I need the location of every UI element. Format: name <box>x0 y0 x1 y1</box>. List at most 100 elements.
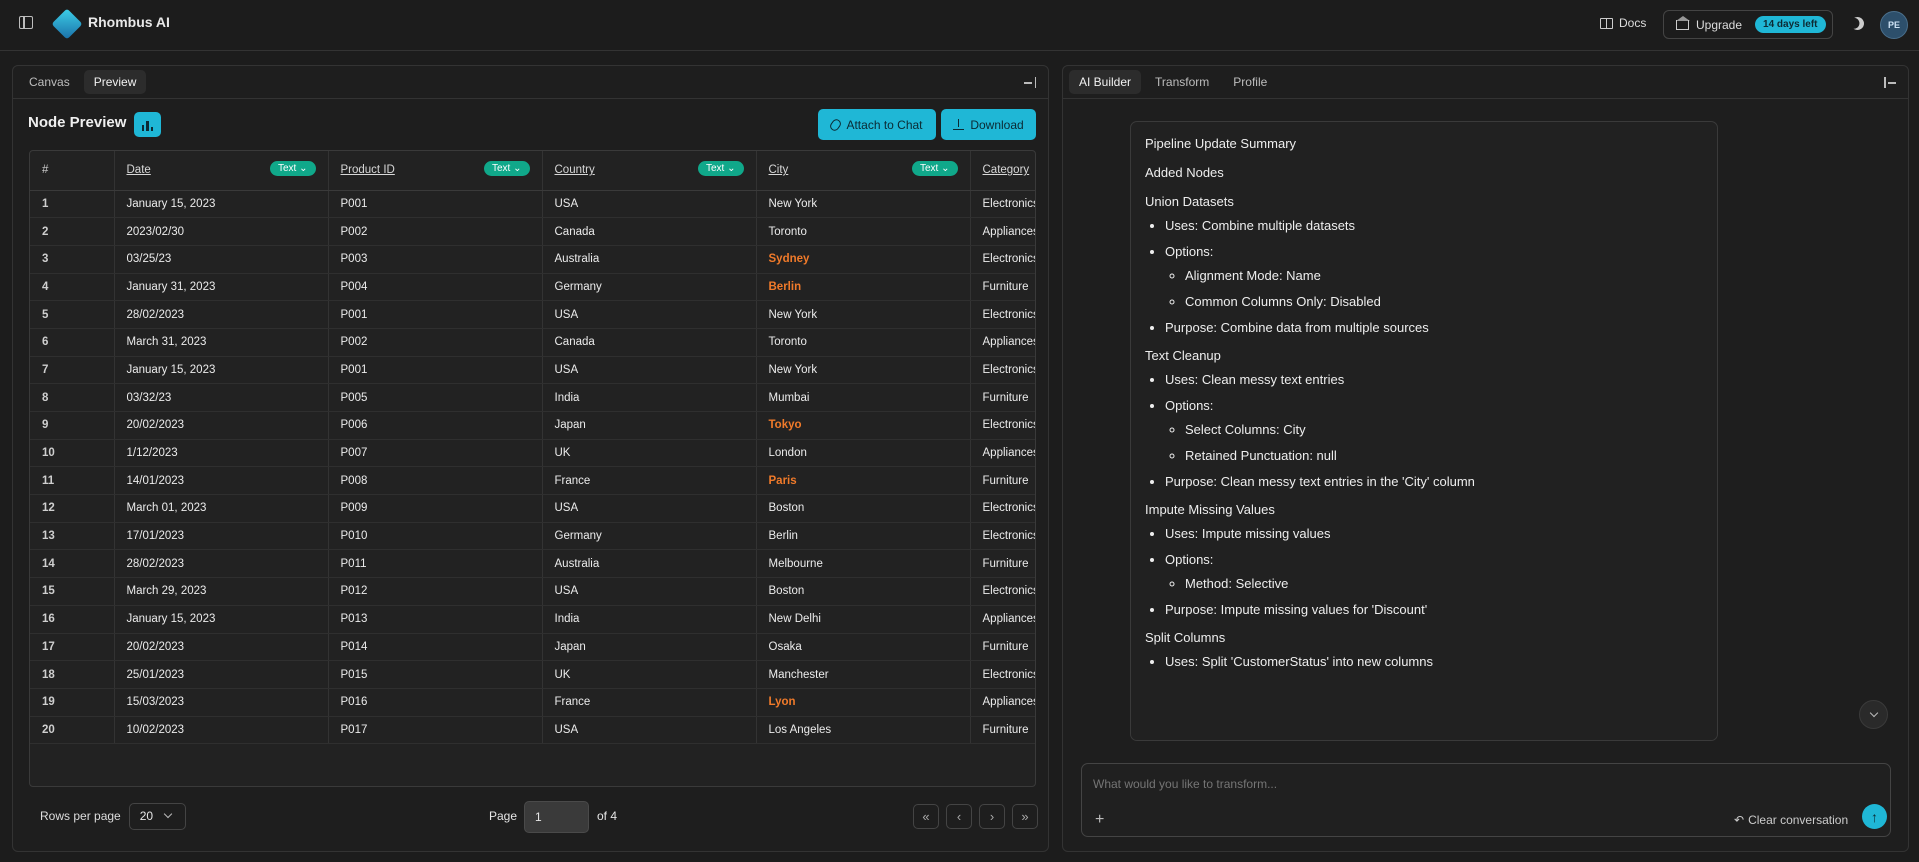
table-cell[interactable]: Sydney <box>755 245 970 274</box>
table-cell[interactable]: P014 <box>327 633 542 662</box>
table-cell[interactable]: January 15, 2023 <box>113 190 328 219</box>
table-cell[interactable]: P012 <box>327 577 542 606</box>
table-cell[interactable]: USA <box>541 716 756 745</box>
table-cell[interactable]: Furniture <box>969 633 1035 662</box>
table-cell[interactable]: Canada <box>541 217 756 246</box>
collapse-panel-icon[interactable] <box>1884 77 1896 88</box>
table-cell[interactable]: Berlin <box>755 522 970 551</box>
table-cell[interactable]: Electronics <box>969 190 1035 219</box>
column-header-product-id[interactable]: Product ID Text ⌄ <box>327 151 542 191</box>
row-index-cell[interactable]: 8 <box>30 383 114 412</box>
table-cell[interactable]: Electronics <box>969 356 1035 385</box>
page-number-input[interactable]: 1 <box>524 801 589 833</box>
row-index-cell[interactable]: 19 <box>30 688 114 717</box>
table-cell[interactable]: P001 <box>327 300 542 329</box>
docs-link[interactable]: Docs <box>1600 16 1646 30</box>
table-cell[interactable]: Appliances <box>969 688 1035 717</box>
table-cell[interactable]: P013 <box>327 605 542 634</box>
row-index-cell[interactable]: 4 <box>30 273 114 302</box>
prev-page-button[interactable]: ‹ <box>946 804 972 829</box>
row-index-cell[interactable]: 7 <box>30 356 114 385</box>
row-index-cell[interactable]: 6 <box>30 328 114 357</box>
table-cell[interactable]: Tokyo <box>755 411 970 440</box>
scroll-to-bottom-button[interactable] <box>1859 700 1888 729</box>
table-cell[interactable]: 28/02/2023 <box>113 549 328 579</box>
next-page-button[interactable]: › <box>979 804 1005 829</box>
table-cell[interactable]: P008 <box>327 466 542 496</box>
column-type-badge[interactable]: Text ⌄ <box>483 161 530 176</box>
table-cell[interactable]: France <box>541 688 756 717</box>
table-cell[interactable]: UK <box>541 660 756 689</box>
table-cell[interactable]: New York <box>755 300 970 329</box>
table-cell[interactable]: Furniture <box>969 549 1035 579</box>
table-cell[interactable]: Boston <box>755 494 970 523</box>
table-cell[interactable]: P009 <box>327 494 542 523</box>
row-index-cell[interactable]: 15 <box>30 577 114 606</box>
table-cell[interactable]: March 01, 2023 <box>113 494 328 523</box>
table-cell[interactable]: Melbourne <box>755 549 970 579</box>
table-cell[interactable]: P001 <box>327 356 542 385</box>
table-cell[interactable]: Toronto <box>755 328 970 357</box>
row-index-cell[interactable]: 12 <box>30 494 114 523</box>
table-cell[interactable]: P003 <box>327 245 542 274</box>
table-cell[interactable]: P002 <box>327 328 542 357</box>
table-cell[interactable]: Electronics <box>969 660 1035 689</box>
table-cell[interactable]: Japan <box>541 633 756 662</box>
table-cell[interactable]: 14/01/2023 <box>113 466 328 496</box>
tab-canvas[interactable]: Canvas <box>19 70 80 94</box>
table-cell[interactable]: Appliances <box>969 605 1035 634</box>
table-cell[interactable]: Appliances <box>969 217 1035 246</box>
chat-input[interactable] <box>1093 777 1873 791</box>
table-cell[interactable]: Furniture <box>969 273 1035 302</box>
table-cell[interactable]: Electronics <box>969 522 1035 551</box>
row-index-cell[interactable]: 20 <box>30 716 114 745</box>
table-cell[interactable]: 03/25/23 <box>113 245 328 274</box>
column-header-category[interactable]: Category <box>969 151 1035 191</box>
table-cell[interactable]: Japan <box>541 411 756 440</box>
table-cell[interactable]: Manchester <box>755 660 970 689</box>
row-index-cell[interactable]: 2 <box>30 217 114 246</box>
tab-profile[interactable]: Profile <box>1223 70 1277 94</box>
row-index-cell[interactable]: 9 <box>30 411 114 440</box>
table-cell[interactable]: P006 <box>327 411 542 440</box>
table-cell[interactable]: P011 <box>327 549 542 579</box>
table-cell[interactable]: Paris <box>755 466 970 496</box>
row-index-cell[interactable]: 11 <box>30 466 114 496</box>
row-index-cell[interactable]: 13 <box>30 522 114 551</box>
table-cell[interactable]: Mumbai <box>755 383 970 412</box>
last-page-button[interactable]: » <box>1012 804 1038 829</box>
table-cell[interactable]: P005 <box>327 383 542 412</box>
table-cell[interactable]: USA <box>541 356 756 385</box>
table-cell[interactable]: 1/12/2023 <box>113 439 328 468</box>
table-cell[interactable]: Electronics <box>969 245 1035 274</box>
table-cell[interactable]: Lyon <box>755 688 970 717</box>
table-cell[interactable]: Electronics <box>969 300 1035 329</box>
tab-transform[interactable]: Transform <box>1145 70 1219 94</box>
table-cell[interactable]: P007 <box>327 439 542 468</box>
table-cell[interactable]: January 15, 2023 <box>113 605 328 634</box>
collapse-panel-icon[interactable] <box>1024 77 1036 88</box>
rows-per-page-select[interactable]: 20 <box>128 802 186 830</box>
column-header-date[interactable]: Date Text ⌄ <box>113 151 328 191</box>
table-cell[interactable]: USA <box>541 494 756 523</box>
table-cell[interactable]: 15/03/2023 <box>113 688 328 717</box>
table-cell[interactable]: Electronics <box>969 411 1035 440</box>
table-cell[interactable]: 17/01/2023 <box>113 522 328 551</box>
upgrade-button[interactable]: Upgrade 14 days left <box>1663 10 1833 39</box>
theme-toggle-moon-icon[interactable] <box>1849 15 1867 33</box>
table-cell[interactable]: Canada <box>541 328 756 357</box>
sidebar-toggle-icon[interactable] <box>19 16 33 29</box>
table-cell[interactable]: 03/32/23 <box>113 383 328 412</box>
table-cell[interactable]: 20/02/2023 <box>113 633 328 662</box>
tab-preview[interactable]: Preview <box>83 70 147 94</box>
table-cell[interactable]: 25/01/2023 <box>113 660 328 689</box>
table-cell[interactable]: P001 <box>327 190 542 219</box>
table-cell[interactable]: January 15, 2023 <box>113 356 328 385</box>
table-cell[interactable]: New York <box>755 190 970 219</box>
column-type-badge[interactable]: Text ⌄ <box>697 161 744 176</box>
table-cell[interactable]: Australia <box>541 549 756 579</box>
table-cell[interactable]: Appliances <box>969 328 1035 357</box>
row-index-cell[interactable]: 18 <box>30 660 114 689</box>
table-cell[interactable]: Osaka <box>755 633 970 662</box>
table-cell[interactable]: Furniture <box>969 716 1035 745</box>
